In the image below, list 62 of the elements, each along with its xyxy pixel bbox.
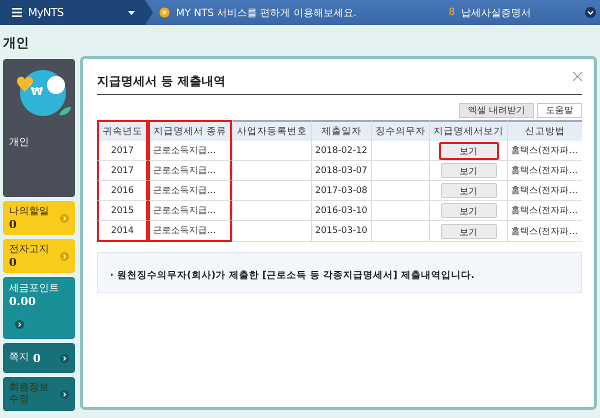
certificate-link[interactable]: 납세사실증명서 <box>461 6 531 20</box>
card-label: 전자고지 <box>9 244 50 256</box>
table-cell: 2014 <box>97 221 148 242</box>
caret-icon[interactable] <box>128 10 135 14</box>
card-value: 0.00 <box>9 295 37 308</box>
sidebar-card[interactable]: 전자고지 0 <box>3 239 75 273</box>
view-button[interactable]: 보기 <box>438 142 499 160</box>
table-cell: 2016-03-10 <box>310 201 371 221</box>
view-button[interactable]: 보기 <box>440 163 497 178</box>
profile-label: 개인 <box>9 136 30 149</box>
table-cell: 홈택스(전자파… <box>507 141 582 161</box>
table-cell: 홈택스(전자파… <box>507 161 582 181</box>
table-cell: 홈택스(전자파… <box>507 201 582 221</box>
table-cell: 근로소득지급… <box>148 221 232 242</box>
table-cell: 2018-03-07 <box>310 161 371 181</box>
card-label: 나의할일 <box>9 206 50 218</box>
table-cell: 근로소득지급… <box>148 201 232 221</box>
table-cell: 근로소득지급… <box>148 161 232 181</box>
card-label: 회원정보 수정 <box>9 382 50 406</box>
close-icon[interactable] <box>573 72 582 81</box>
table-cell: 2015-03-10 <box>310 221 371 242</box>
table-cell: 2018-02-12 <box>310 141 371 161</box>
sidebar-card[interactable]: 나의할일 0 <box>3 201 75 235</box>
column-header: 사업자등록번호 <box>232 120 311 141</box>
table-cell: 2017 <box>97 161 148 181</box>
table-cell: 2016 <box>97 181 148 201</box>
sidebar-card[interactable]: 세금포인트 0.00 <box>3 277 75 339</box>
chevron-right-icon[interactable] <box>60 354 69 362</box>
table-cell: 2017-03-08 <box>310 181 371 201</box>
dialog-title: 지급명세서 등 제출내역 <box>97 73 226 90</box>
card-value: 0 <box>9 218 18 230</box>
toolbar-button[interactable]: 도움말 <box>537 103 582 118</box>
sidebar-card[interactable]: 쪽지 0 <box>3 343 75 373</box>
column-header: 제출일자 <box>310 120 371 141</box>
table-cell: 홈택스(전자파… <box>507 181 582 201</box>
column-header: 지급명세서보기 <box>428 120 508 141</box>
page-title: 개인 <box>2 35 30 53</box>
column-header: 지급명세서 종류 <box>148 120 232 141</box>
table-cell: 근로소득지급… <box>148 141 232 161</box>
view-button[interactable]: 보기 <box>440 224 497 238</box>
view-button[interactable]: 보기 <box>440 183 497 198</box>
chevron-down-icon[interactable] <box>585 7 596 18</box>
notice-text: MY NTS 서비스를 편하게 이용해보세요. <box>176 6 357 20</box>
menu-icon[interactable] <box>12 8 22 17</box>
card-label: 쪽지 <box>9 352 29 364</box>
notification-count: 8 <box>448 7 455 18</box>
table-cell: 2015 <box>97 201 148 221</box>
card-label: 세금포인트 <box>9 283 60 295</box>
column-header: 징수의무자 <box>370 120 429 141</box>
logo[interactable]: MyNTS <box>28 6 64 19</box>
column-header: 귀속년도 <box>97 120 148 141</box>
column-header: 신고방법 <box>507 120 582 141</box>
toolbar-button[interactable]: 엑셀 내려받기 <box>459 103 534 118</box>
table-cell: 홈택스(전자파… <box>507 221 582 242</box>
card-value: 0 <box>9 256 18 268</box>
view-button[interactable]: 보기 <box>440 203 497 218</box>
card-value: 0 <box>33 352 42 364</box>
chevron-right-icon[interactable] <box>15 320 24 329</box>
table-cell: 근로소득지급… <box>148 181 232 201</box>
chevron-right-icon[interactable] <box>60 390 69 398</box>
info-text: · 원천징수의무자(회사)가 제출한 [근로소득 등 각종지급명세서] 제출내역입니다. <box>110 270 474 281</box>
table-cell: 2017 <box>97 141 148 161</box>
